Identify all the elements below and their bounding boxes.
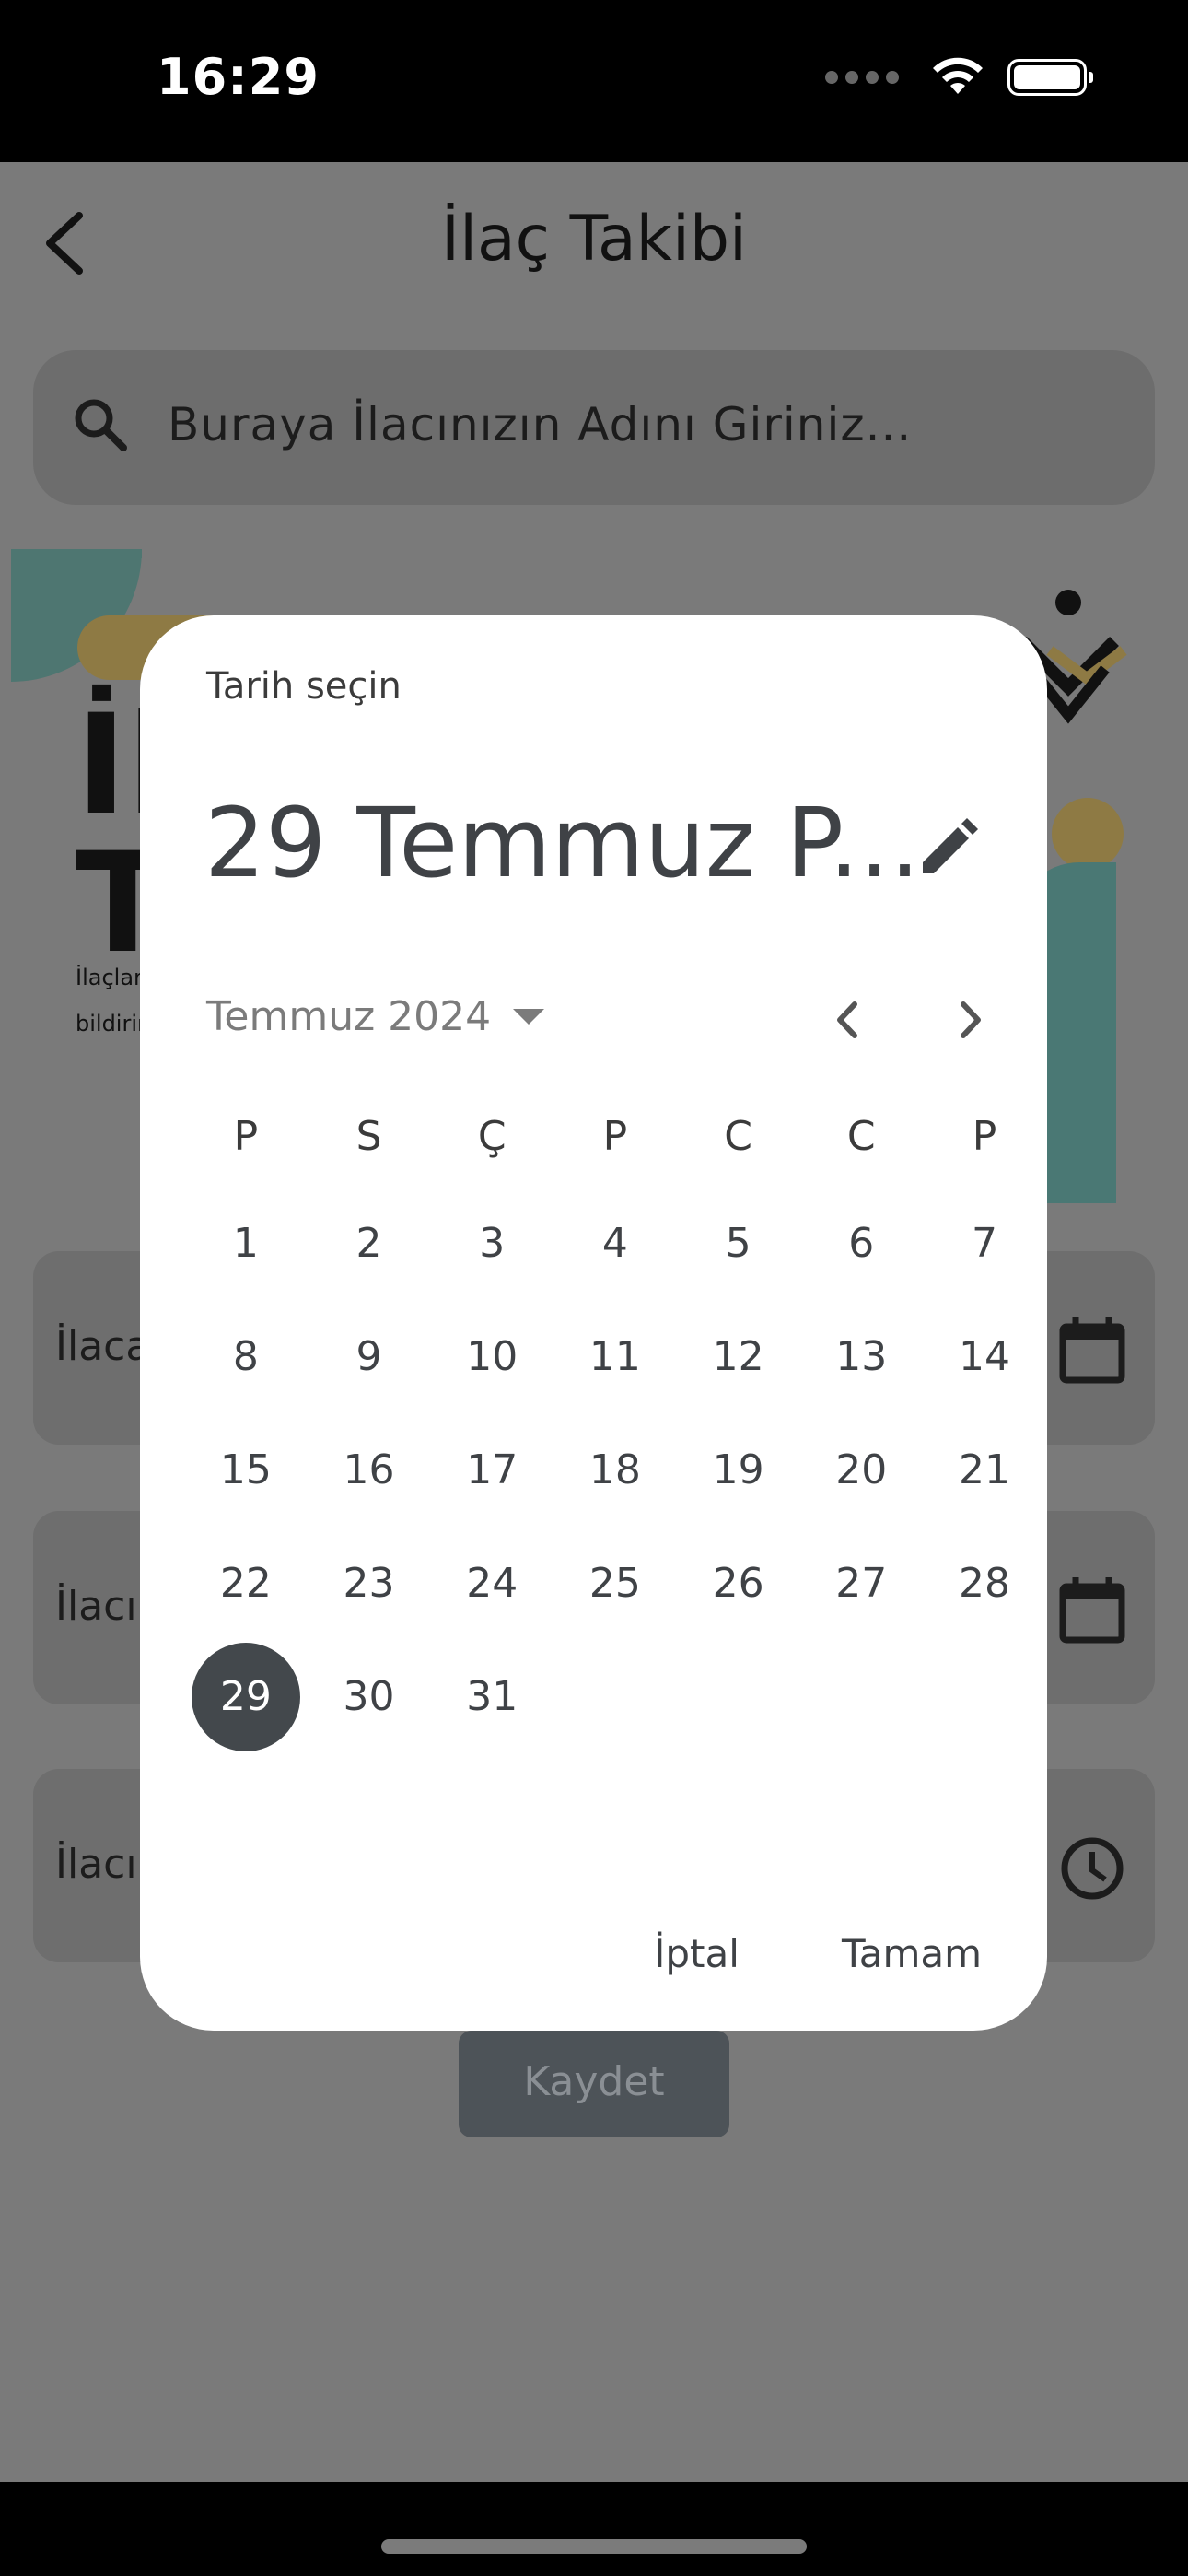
calendar-day[interactable]: 6 bbox=[799, 1187, 923, 1300]
calendar-day[interactable]: 5 bbox=[677, 1187, 800, 1300]
weekday-label: S bbox=[355, 1113, 382, 1160]
previous-month-icon[interactable] bbox=[820, 988, 875, 1052]
ok-button[interactable]: Tamam bbox=[842, 1931, 982, 1976]
calendar-day[interactable]: 9 bbox=[308, 1300, 431, 1413]
search-bar[interactable]: Buraya İlacınızın Adını Giriniz... bbox=[33, 350, 1155, 505]
cancel-button[interactable]: İptal bbox=[654, 1931, 740, 1976]
calendar-icon[interactable] bbox=[1057, 1316, 1127, 1386]
status-icons bbox=[825, 57, 1093, 98]
calendar-day[interactable]: 8 bbox=[184, 1300, 308, 1413]
calendar-day[interactable]: 25 bbox=[553, 1527, 677, 1640]
calendar-day[interactable]: 16 bbox=[308, 1413, 431, 1527]
calendar-day[interactable]: 13 bbox=[799, 1300, 923, 1413]
calendar-day[interactable]: 20 bbox=[799, 1413, 923, 1527]
calendar-day[interactable]: 2 bbox=[308, 1187, 431, 1300]
calendar-day[interactable]: 15 bbox=[184, 1413, 308, 1527]
calendar-day[interactable]: 18 bbox=[553, 1413, 677, 1527]
calendar-day[interactable]: 22 bbox=[184, 1527, 308, 1640]
search-input[interactable]: Buraya İlacınızın Adını Giriniz... bbox=[168, 398, 912, 451]
calendar-day[interactable]: 4 bbox=[553, 1187, 677, 1300]
weekday-label: P bbox=[972, 1113, 997, 1160]
cellular-signal-icon bbox=[825, 71, 899, 84]
month-year-selector[interactable]: Temmuz 2024 bbox=[206, 993, 545, 1040]
weekday-label: P bbox=[233, 1113, 259, 1160]
page-title: İlaç Takibi bbox=[441, 203, 747, 275]
calendar-day[interactable]: 23 bbox=[308, 1527, 431, 1640]
calendar-day[interactable]: 28 bbox=[923, 1527, 1046, 1640]
dialog-headline: Tarih seçin bbox=[206, 665, 402, 708]
calendar-day[interactable]: 31 bbox=[430, 1640, 553, 1753]
calendar-day[interactable]: 10 bbox=[430, 1300, 553, 1413]
calendar-day[interactable]: 30 bbox=[308, 1640, 431, 1753]
save-button[interactable]: Kaydet bbox=[459, 2031, 729, 2137]
battery-icon bbox=[1007, 59, 1093, 96]
weekday-label: C bbox=[724, 1113, 752, 1160]
weekday-label: Ç bbox=[477, 1113, 507, 1160]
selected-date-text: 29 Temmuz P... bbox=[204, 787, 921, 899]
calendar-day[interactable]: 11 bbox=[553, 1300, 677, 1413]
calendar-day[interactable]: 17 bbox=[430, 1413, 553, 1527]
weekday-label: C bbox=[846, 1113, 876, 1160]
banner-text: İlaçlar bildirir bbox=[76, 965, 146, 1036]
app-header: İlaç Takibi bbox=[0, 162, 1188, 319]
clock-icon[interactable] bbox=[1057, 1833, 1127, 1903]
calendar-day[interactable]: 19 bbox=[677, 1413, 800, 1527]
calendar-day-selected[interactable]: 29 bbox=[184, 1640, 308, 1753]
month-year-label: Temmuz 2024 bbox=[206, 993, 492, 1040]
calendar-day[interactable]: 1 bbox=[184, 1187, 308, 1300]
field-label: İlacı bbox=[55, 1583, 137, 1630]
next-month-icon[interactable] bbox=[943, 988, 998, 1052]
weekday-label: P bbox=[602, 1113, 628, 1160]
dropdown-arrow-icon bbox=[513, 1009, 545, 1025]
calendar-day[interactable]: 24 bbox=[430, 1527, 553, 1640]
calendar-day[interactable]: 7 bbox=[923, 1187, 1046, 1300]
wifi-icon bbox=[933, 57, 983, 94]
calendar-day[interactable]: 26 bbox=[677, 1527, 800, 1640]
calendar-day[interactable]: 12 bbox=[677, 1300, 800, 1413]
weekday-header: P S Ç P C C P bbox=[184, 1113, 997, 1160]
shield-badge-icon bbox=[1052, 798, 1124, 870]
bottom-bar bbox=[0, 2482, 1188, 2576]
calendar-day[interactable]: 3 bbox=[430, 1187, 553, 1300]
home-indicator[interactable] bbox=[381, 2539, 807, 2554]
status-bar: 16:29 bbox=[0, 0, 1188, 162]
calendar-day[interactable]: 14 bbox=[923, 1300, 1046, 1413]
date-picker-dialog: Tarih seçin 29 Temmuz P... Temmuz 2024 P… bbox=[140, 615, 1047, 2031]
search-icon bbox=[75, 399, 127, 451]
calendar-day[interactable]: 21 bbox=[923, 1413, 1046, 1527]
calendar-day[interactable]: 27 bbox=[799, 1527, 923, 1640]
calendar-days-grid: 1 2 3 4 5 6 7 8 9 10 11 12 13 14 15 16 1… bbox=[184, 1187, 1010, 1753]
field-label: İlacı bbox=[55, 1841, 137, 1888]
field-label: İlaca bbox=[55, 1323, 151, 1370]
status-time: 16:29 bbox=[157, 48, 320, 106]
edit-pencil-icon[interactable] bbox=[915, 816, 980, 881]
calendar-icon[interactable] bbox=[1057, 1575, 1127, 1645]
